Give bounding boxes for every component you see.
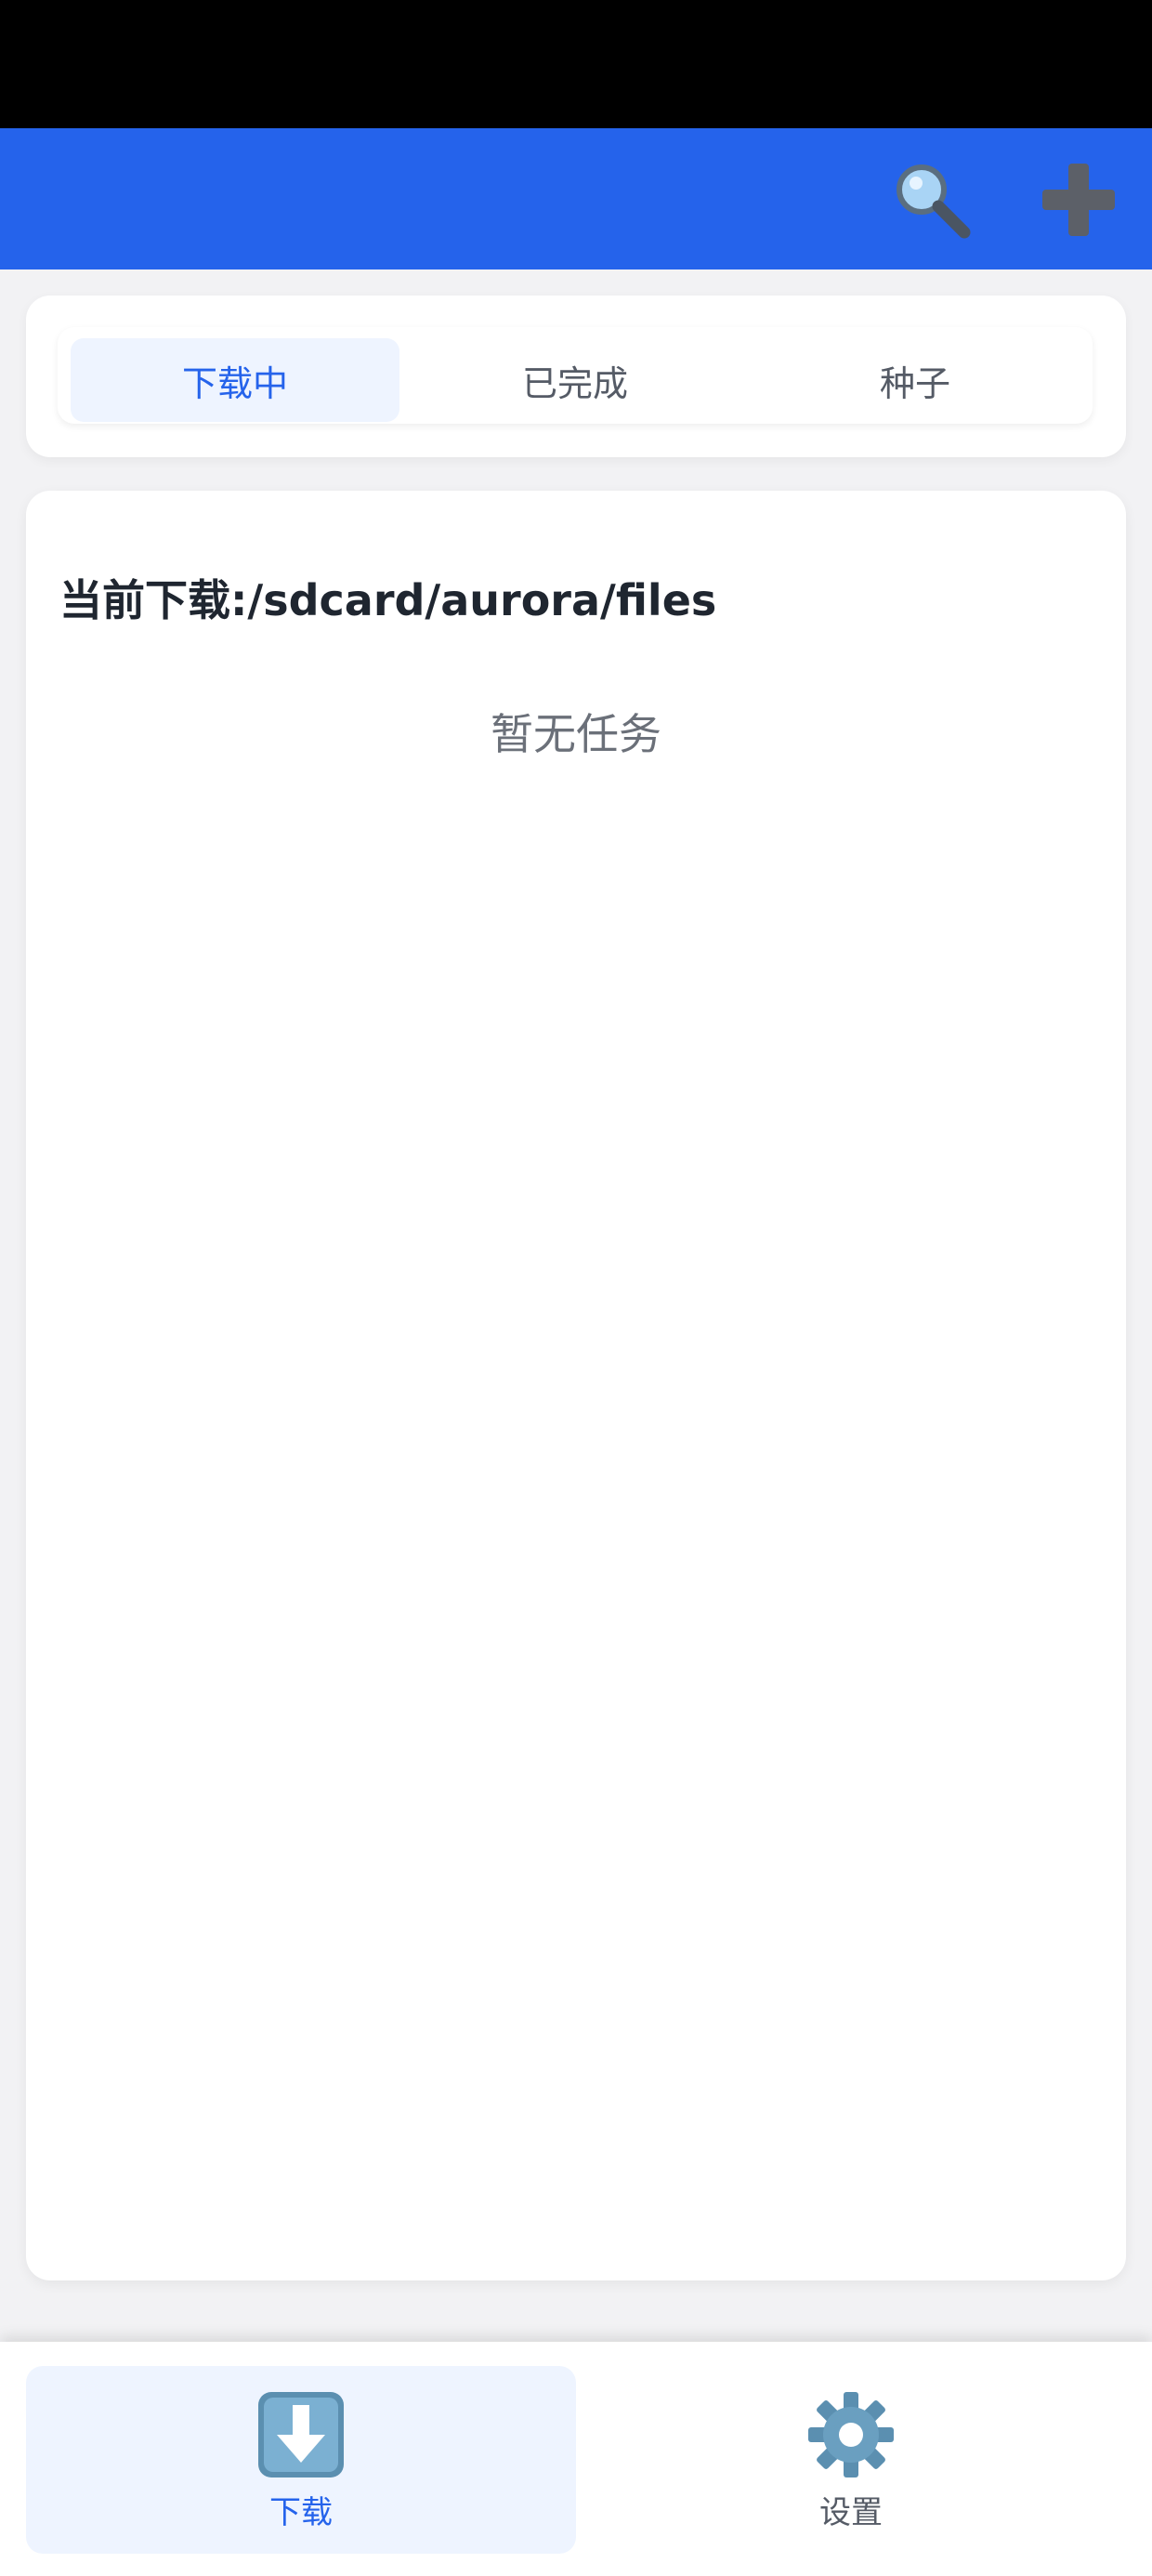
tab-completed[interactable]: 已完成 (411, 338, 740, 422)
nav-item-settings[interactable]: 设置 (576, 2366, 1126, 2554)
tabs-card: 下载中 已完成 种子 (26, 296, 1126, 457)
status-bar (0, 0, 1152, 128)
tab-downloading[interactable]: 下载中 (71, 338, 399, 422)
current-download-path: 当前下载:/sdcard/aurora/files (59, 575, 717, 625)
search-icon (897, 164, 971, 239)
tab-torrents[interactable]: 种子 (751, 338, 1080, 422)
search-button[interactable] (890, 158, 974, 242)
download-arrow-icon (258, 2391, 344, 2477)
empty-state-text: 暂无任务 (491, 709, 661, 759)
add-button[interactable] (1037, 158, 1120, 242)
plus-icon (1042, 164, 1115, 236)
app-bar (0, 128, 1152, 269)
download-list-card: 当前下载:/sdcard/aurora/files 暂无任务 (26, 491, 1126, 2280)
nav-label-settings: 设置 (819, 2493, 883, 2531)
bottom-navigation: 下载 设置 (0, 2342, 1152, 2576)
nav-item-download[interactable]: 下载 (26, 2366, 576, 2554)
gear-icon (808, 2391, 894, 2477)
nav-label-download: 下载 (269, 2493, 333, 2531)
tab-bar: 下载中 已完成 种子 (58, 327, 1093, 424)
